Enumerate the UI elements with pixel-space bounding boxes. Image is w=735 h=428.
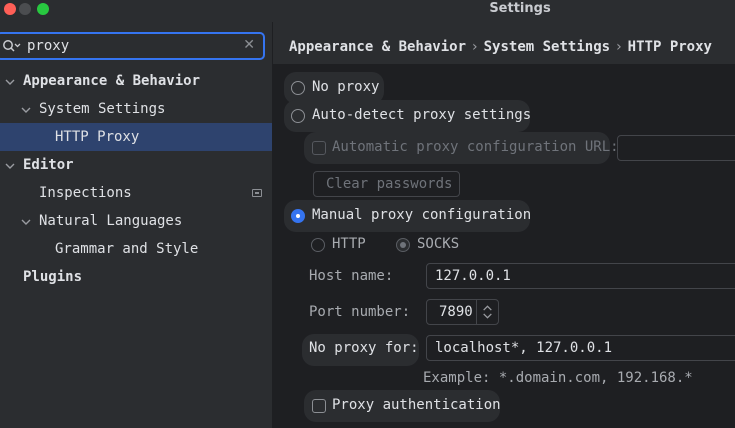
- http-type-label: HTTP: [332, 236, 366, 252]
- port-stepper-icon[interactable]: [476, 299, 498, 325]
- chevron-down-icon[interactable]: [4, 160, 16, 172]
- manual-proxy-label: Manual proxy configuration: [312, 207, 532, 223]
- proxy-settings-panel: No proxy Auto-detect proxy settings Auto…: [273, 64, 735, 428]
- auto-config-url-checkbox[interactable]: [312, 141, 326, 155]
- project-settings-icon: [252, 189, 262, 197]
- breadcrumb-separator-icon: ›: [472, 39, 478, 55]
- breadcrumb-separator-icon: ›: [616, 39, 622, 55]
- breadcrumb: Appearance & Behavior › System Settings › HT…: [289, 39, 712, 55]
- http-type-radio[interactable]: [311, 238, 325, 252]
- sidebar-item-label: Appearance & Behavior: [23, 73, 201, 89]
- no-proxy-for-field[interactable]: localhost*, 127.0.0.1: [426, 335, 735, 361]
- sidebar-item-label: Natural Languages: [39, 213, 183, 229]
- socks-type-radio[interactable]: [396, 238, 410, 252]
- auto-config-url-label: Automatic proxy configuration URL:: [332, 139, 619, 155]
- window-title: Settings: [489, 1, 551, 16]
- auto-config-url-field[interactable]: [617, 135, 735, 161]
- sidebar-item-label: System Settings: [39, 101, 166, 117]
- host-name-label: Host name:: [309, 268, 394, 284]
- no-proxy-for-value: localhost*, 127.0.0.1: [435, 340, 613, 356]
- search-input[interactable]: proxy ✕: [0, 32, 265, 60]
- sidebar-item-label: Editor: [23, 157, 74, 173]
- settings-sidebar: proxy ✕ Appearance & Behavior System Set…: [0, 22, 272, 428]
- chevron-down-icon[interactable]: [4, 76, 16, 88]
- breadcrumb-item[interactable]: Appearance & Behavior: [289, 39, 466, 55]
- sidebar-item-http-proxy[interactable]: HTTP Proxy: [0, 123, 272, 151]
- search-query: proxy: [27, 38, 70, 54]
- sidebar-item-label: Inspections: [39, 185, 132, 201]
- host-name-value: 127.0.0.1: [435, 268, 511, 284]
- sidebar-item-label: Grammar and Style: [55, 241, 199, 257]
- breadcrumb-item[interactable]: HTTP Proxy: [628, 39, 712, 55]
- no-proxy-for-label: No proxy for:: [309, 340, 419, 356]
- sidebar-item-system-settings[interactable]: System Settings: [0, 95, 272, 123]
- no-proxy-label: No proxy: [312, 79, 380, 95]
- title-bar: Settings: [0, 0, 735, 22]
- chevron-down-icon[interactable]: [20, 216, 32, 228]
- host-name-field[interactable]: 127.0.0.1: [426, 263, 735, 289]
- proxy-auth-checkbox[interactable]: [312, 399, 326, 413]
- no-proxy-radio[interactable]: [291, 81, 305, 95]
- no-proxy-example-hint: Example: *.domain.com, 192.168.*: [423, 370, 693, 386]
- port-number-field[interactable]: 7890: [426, 299, 499, 325]
- sidebar-item-grammar-and-style[interactable]: Grammar and Style: [0, 235, 272, 263]
- settings-content: Appearance & Behavior › System Settings › HT…: [273, 22, 735, 428]
- clear-search-icon[interactable]: ✕: [243, 37, 255, 53]
- search-icon: [3, 40, 21, 52]
- auto-detect-label: Auto-detect proxy settings: [312, 107, 532, 123]
- clear-passwords-button[interactable]: Clear passwords: [313, 171, 460, 197]
- sidebar-item-appearance-behavior[interactable]: Appearance & Behavior: [0, 67, 272, 95]
- sidebar-item-inspections[interactable]: Inspections: [0, 179, 272, 207]
- sidebar-item-label: HTTP Proxy: [55, 129, 140, 145]
- auto-detect-radio[interactable]: [291, 109, 305, 123]
- manual-proxy-radio[interactable]: [291, 209, 305, 223]
- sidebar-item-editor[interactable]: Editor: [0, 151, 272, 179]
- port-number-label: Port number:: [309, 304, 411, 320]
- clear-passwords-label: Clear passwords: [326, 176, 453, 192]
- proxy-auth-label: Proxy authentication: [332, 397, 501, 413]
- breadcrumb-item[interactable]: System Settings: [484, 39, 610, 55]
- port-number-value: 7890: [439, 304, 473, 320]
- sidebar-item-natural-languages[interactable]: Natural Languages: [0, 207, 272, 235]
- socks-type-label: SOCKS: [417, 236, 460, 252]
- sidebar-item-label: Plugins: [23, 269, 83, 285]
- chevron-down-icon[interactable]: [20, 104, 32, 116]
- sidebar-item-plugins[interactable]: Plugins: [0, 263, 272, 291]
